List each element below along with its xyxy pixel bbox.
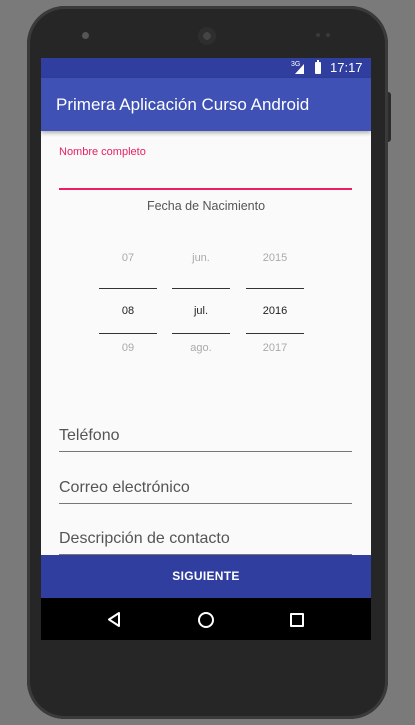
year-selected[interactable]: 2016 bbox=[246, 288, 304, 334]
status-bar: 3G 17:17 bbox=[41, 58, 371, 78]
siguiente-button[interactable]: SIGUIENTE bbox=[41, 555, 371, 598]
nombre-floating-label: Nombre completo bbox=[59, 146, 146, 158]
day-prev[interactable]: 07 bbox=[99, 244, 157, 288]
back-icon[interactable] bbox=[107, 612, 121, 627]
app-bar: Primera Aplicación Curso Android bbox=[41, 78, 371, 131]
home-icon[interactable] bbox=[198, 612, 214, 628]
telefono-field[interactable]: Teléfono bbox=[59, 426, 352, 452]
day-selected[interactable]: 08 bbox=[99, 288, 157, 334]
front-camera bbox=[82, 32, 89, 39]
year-next[interactable]: 2017 bbox=[246, 334, 304, 389]
month-next[interactable]: ago. bbox=[172, 334, 230, 389]
correo-field[interactable]: Correo electrónico bbox=[59, 478, 352, 504]
recents-icon[interactable] bbox=[290, 613, 304, 627]
screen: 3G 17:17 Primera Aplicación Curso Androi… bbox=[41, 58, 371, 640]
form-content: Nombre completo Fecha de Nacimiento 07 0… bbox=[41, 131, 371, 555]
year-spinner[interactable]: 2015 2016 2017 bbox=[246, 244, 304, 389]
year-prev[interactable]: 2015 bbox=[246, 244, 304, 288]
proximity-sensor bbox=[316, 33, 320, 37]
signal-icon bbox=[295, 64, 304, 74]
nombre-input[interactable] bbox=[59, 161, 352, 188]
light-sensor bbox=[326, 33, 330, 37]
status-time: 17:17 bbox=[330, 60, 363, 75]
system-nav-bar bbox=[41, 598, 371, 640]
nombre-underline bbox=[59, 188, 352, 190]
descripcion-field[interactable]: Descripción de contacto bbox=[59, 529, 352, 555]
earpiece-speaker bbox=[198, 27, 216, 45]
month-prev[interactable]: jun. bbox=[172, 244, 230, 288]
app-title: Primera Aplicación Curso Android bbox=[56, 95, 310, 114]
date-picker-label: Fecha de Nacimiento bbox=[146, 199, 266, 213]
battery-icon bbox=[315, 60, 321, 74]
month-selected[interactable]: jul. bbox=[172, 288, 230, 334]
day-next[interactable]: 09 bbox=[99, 334, 157, 389]
month-spinner[interactable]: jun. jul. ago. bbox=[172, 244, 230, 389]
day-spinner[interactable]: 07 08 09 bbox=[99, 244, 157, 389]
